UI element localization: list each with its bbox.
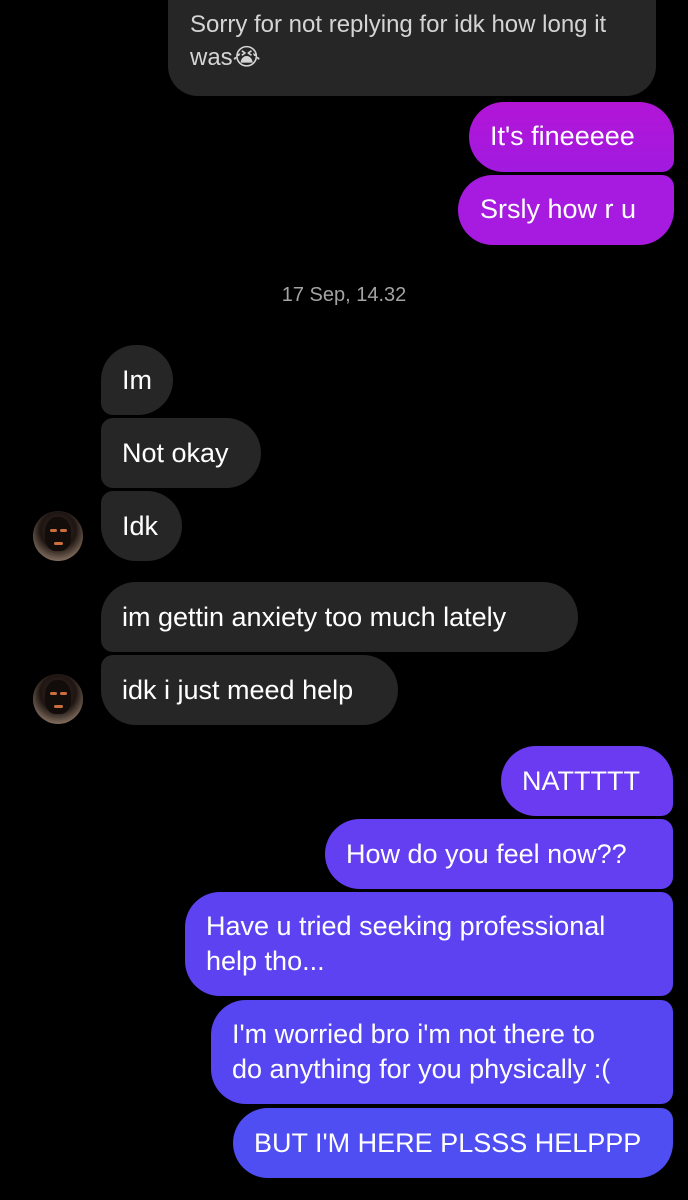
- avatar-eye: [60, 692, 67, 695]
- message-text: Im: [122, 365, 152, 395]
- message-incoming[interactable]: Im: [101, 345, 173, 415]
- message-text-line: Have u tried seeking professional: [206, 911, 606, 941]
- message-outgoing[interactable]: It's fineeeee: [469, 102, 674, 172]
- message-timestamp: 17 Sep, 14.32: [281, 284, 407, 306]
- message-incoming[interactable]: im gettin anxiety too much lately: [101, 582, 578, 652]
- message-text: NATTTTT: [522, 766, 640, 796]
- contact-avatar-icon[interactable]: [33, 511, 83, 561]
- avatar-face: [45, 680, 71, 714]
- message-text: Not okay: [122, 438, 229, 468]
- message-text-line: I'm worried bro i'm not there to: [232, 1019, 595, 1049]
- message-outgoing[interactable]: How do you feel now??: [325, 819, 673, 889]
- message-outgoing[interactable]: Srsly how r u: [458, 175, 674, 245]
- message-text: Idk: [122, 511, 159, 541]
- message-outgoing[interactable]: BUT I'M HERE PLSSS HELPPP: [233, 1108, 673, 1178]
- avatar-eye: [60, 529, 67, 532]
- avatar-lips: [54, 705, 63, 708]
- message-incoming[interactable]: idk i just meed help: [101, 655, 398, 725]
- message-incoming[interactable]: Not okay: [101, 418, 261, 488]
- message-text-line: do anything for you physically :(: [232, 1054, 611, 1084]
- avatar-lips: [54, 542, 63, 545]
- message-outgoing[interactable]: NATTTTT: [501, 746, 673, 816]
- message-text: It's fineeeee: [490, 121, 635, 151]
- contact-avatar-icon[interactable]: [33, 674, 83, 724]
- message-text: How do you feel now??: [346, 839, 627, 869]
- message-text-line: Sorry for not replying for idk how long …: [190, 11, 607, 38]
- message-incoming-top[interactable]: Sorry for not replying for idk how long …: [168, 0, 656, 96]
- message-incoming[interactable]: Idk: [101, 491, 182, 561]
- message-text: BUT I'M HERE PLSSS HELPPP: [254, 1128, 642, 1158]
- avatar-eye: [50, 529, 57, 532]
- message-text: Srsly how r u: [480, 194, 637, 224]
- message-outgoing[interactable]: Have u tried seeking professional help t…: [185, 892, 673, 996]
- avatar-eye: [50, 692, 57, 695]
- avatar-face: [45, 517, 71, 551]
- message-text-line: was😭: [190, 44, 261, 71]
- message-text: idk i just meed help: [122, 675, 354, 705]
- message-outgoing[interactable]: I'm worried bro i'm not there to do anyt…: [211, 1000, 673, 1104]
- message-text: im gettin anxiety too much lately: [122, 602, 507, 632]
- message-text-line: help tho...: [206, 946, 325, 976]
